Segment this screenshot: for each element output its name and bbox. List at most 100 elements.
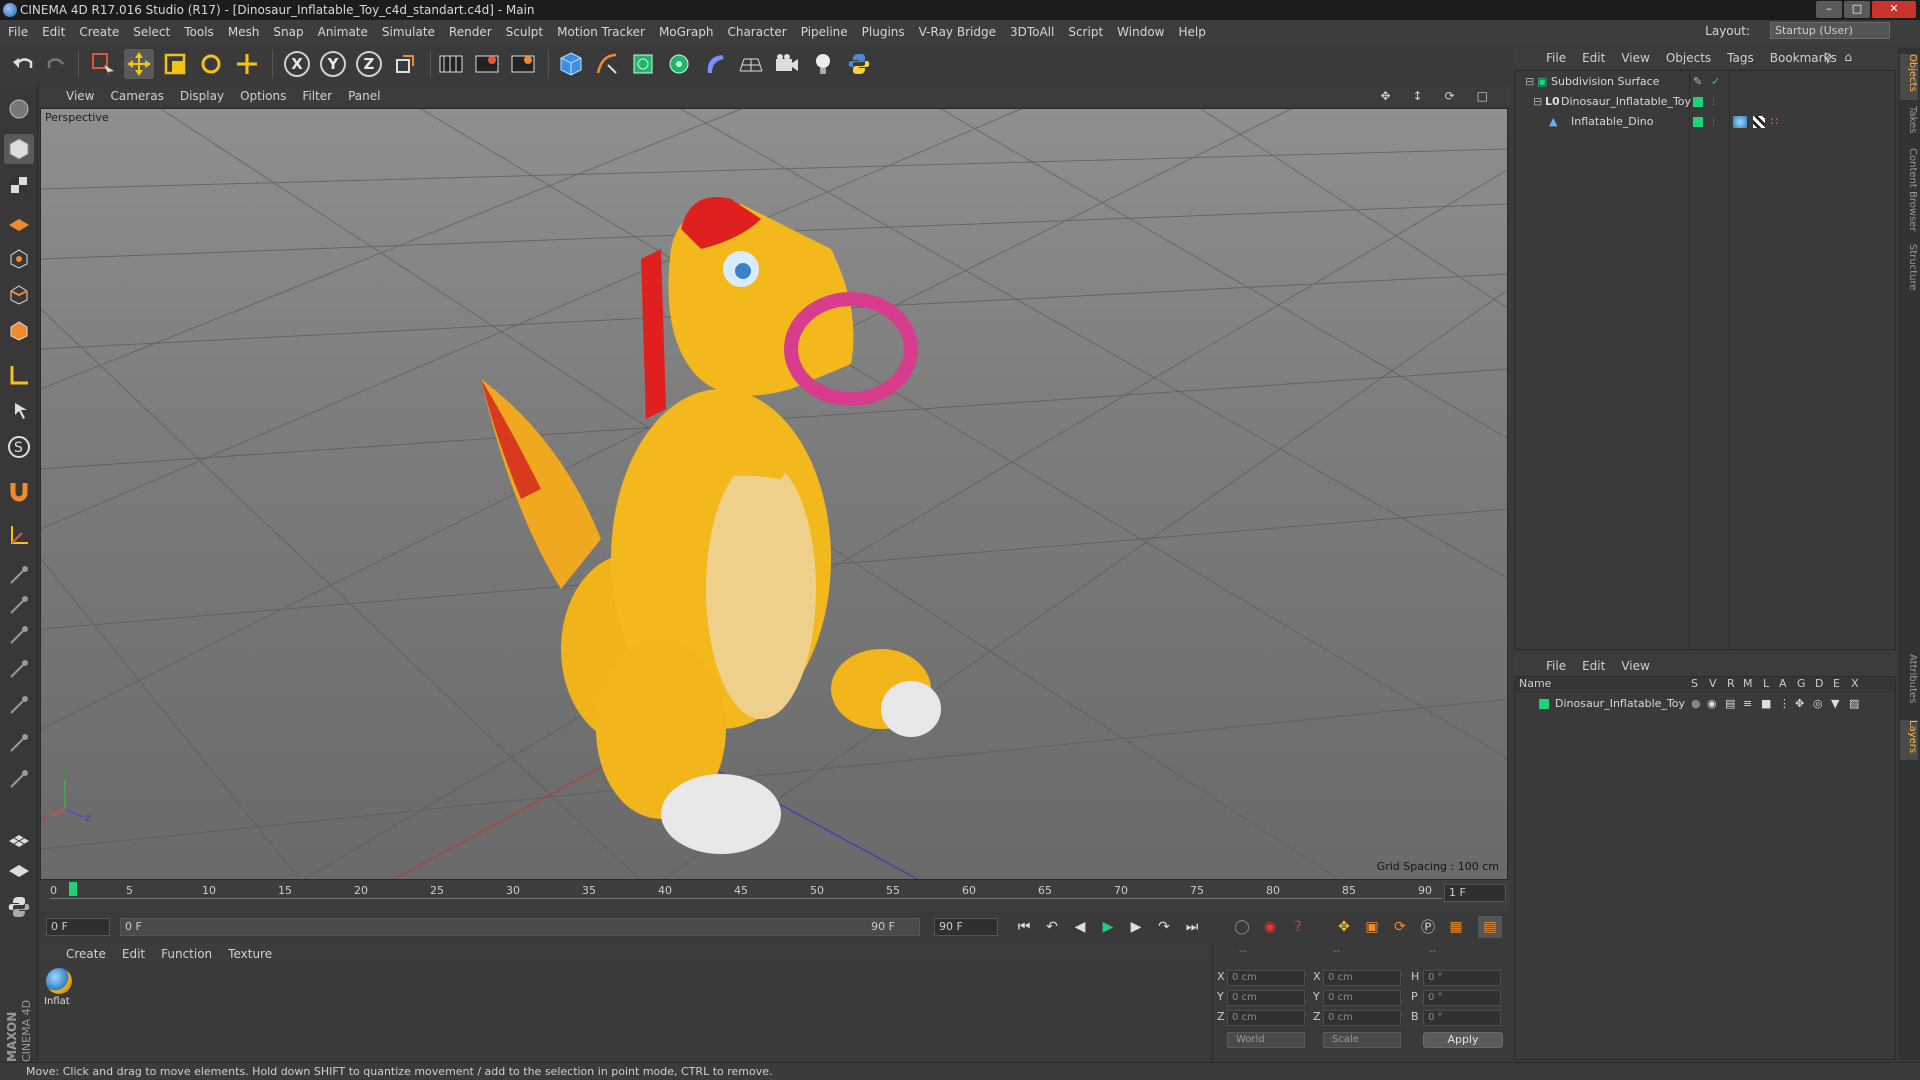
transform-tool-icon[interactable] [232,49,262,79]
cube-primitive-icon[interactable] [556,49,586,79]
rotation-p-field[interactable]: 0 ° [1423,990,1501,1006]
close-button[interactable]: ✕ [1872,1,1916,18]
layers-menu-edit[interactable]: Edit [1582,659,1605,673]
rotate-tool-icon[interactable] [196,49,226,79]
coordinate-system-icon[interactable] [390,49,420,79]
maximize-button[interactable]: □ [1844,1,1870,18]
prev-frame-icon[interactable]: ◀ [1068,916,1092,938]
viewport-menu-options[interactable]: Options [240,89,286,103]
grid-checker-icon[interactable] [4,820,34,850]
viewport-menu-display[interactable]: Display [180,89,224,103]
next-frame-icon[interactable]: ▶ [1124,916,1148,938]
menu-simulate[interactable]: Simulate [382,25,435,39]
size-z-field[interactable]: 0 cm [1323,1010,1401,1026]
size-x-field[interactable]: 0 cm [1323,970,1401,986]
subdivision-surface-icon[interactable] [628,49,658,79]
object-edit-icon[interactable]: ✎ [1693,73,1702,91]
material-menu-create[interactable]: Create [66,947,106,961]
undo-icon[interactable] [8,49,38,79]
python-icon[interactable] [844,49,874,79]
position-y-field[interactable]: 0 cm [1227,990,1305,1006]
menu-motion-tracker[interactable]: Motion Tracker [557,25,645,39]
grid-settings-icon[interactable] [4,854,34,884]
layer-generators-icon[interactable]: ✥ [1795,695,1804,713]
menu-mograph[interactable]: MoGraph [659,25,714,39]
object-row[interactable]: ▲ Inflatable_Dino ⋮ ∷ [1515,113,1895,131]
menu-render[interactable]: Render [449,25,492,39]
layer-row[interactable]: Dinosaur_Inflatable_Toy ● ◉ ▤ ≡ ■ ⋮ ✥ ◎ … [1515,695,1895,713]
menu-create[interactable]: Create [79,25,119,39]
maximize-view-icon[interactable]: □ [1477,89,1488,103]
object-row[interactable]: ⊟ L0 Dinosaur_Inflatable_Toy ⋮ [1515,93,1895,111]
objects-menu-edit[interactable]: Edit [1582,51,1605,65]
redo-icon[interactable] [42,49,72,79]
magnet-icon[interactable] [4,476,34,506]
goto-start-icon[interactable]: ⏮ [1012,916,1036,938]
mograph-cloner-icon[interactable] [664,49,694,79]
objects-menu-view[interactable]: View [1621,51,1649,65]
material-menu-edit[interactable]: Edit [122,947,145,961]
layers-menu-view[interactable]: View [1621,659,1649,673]
timeline-window-icon[interactable]: ▤ [1478,916,1502,938]
y-axis-lock-icon[interactable]: Y [318,49,348,79]
size-y-field[interactable]: 0 cm [1323,990,1401,1006]
record-active-icon[interactable]: ◉ [1258,916,1282,938]
key-scale-icon[interactable]: ▣ [1360,916,1384,938]
dolly-view-icon[interactable]: ↕ [1413,89,1423,103]
python-script-icon[interactable] [4,892,34,922]
camera-icon[interactable] [772,49,802,79]
menu-select[interactable]: Select [133,25,170,39]
material-menu-texture[interactable]: Texture [228,947,272,961]
render-picture-viewer-icon[interactable] [472,49,502,79]
key-pla-icon[interactable]: ▦ [1444,916,1468,938]
material-tag-icon[interactable] [1733,116,1747,128]
brush-tool-2-icon[interactable] [4,590,34,620]
home-icon[interactable]: ⌂ [1844,50,1852,64]
layer-expressions-icon[interactable]: ▼ [1831,695,1839,713]
max-frame-field[interactable]: 90 F [934,918,998,936]
texture-tag-icon[interactable]: ∷ [1771,113,1778,131]
polygons-mode-icon[interactable] [4,316,34,346]
current-frame-display[interactable]: 1 F [1444,884,1506,902]
z-axis-lock-icon[interactable]: Z [354,49,384,79]
objects-menu-file[interactable]: File [1546,51,1566,65]
position-x-field[interactable]: 0 cm [1227,970,1305,986]
render-settings-icon[interactable] [508,49,538,79]
coordinate-mode-select[interactable]: World [1227,1032,1305,1048]
layer-render-icon[interactable]: ▤ [1725,695,1735,713]
tab-structure[interactable]: Structure [1900,244,1918,300]
layer-lock-icon[interactable]: ■ [1761,695,1771,713]
axis-tool-icon[interactable] [4,520,34,550]
live-selection-icon[interactable] [88,49,118,79]
tab-content-browser[interactable]: Content Browser [1900,148,1918,238]
timeline-ruler[interactable]: 0 5 10 15 20 25 30 35 40 45 50 55 60 65 … [40,880,1510,916]
visibility-dots-icon[interactable]: ⋮ [1709,113,1718,131]
size-mode-select[interactable]: Scale [1323,1032,1401,1048]
minimize-button[interactable]: – [1816,1,1842,18]
menu-edit[interactable]: Edit [42,25,65,39]
tab-attributes[interactable]: Attributes [1900,654,1918,714]
layer-xref-icon[interactable]: ▨ [1849,695,1859,713]
frame-range-slider[interactable]: 0 F 90 F [120,918,920,936]
uvw-tag-icon[interactable] [1753,116,1765,128]
menu-animate[interactable]: Animate [318,25,368,39]
scale-tool-icon[interactable] [160,49,190,79]
layer-deformers-icon[interactable]: ◎ [1813,695,1823,713]
snapping-icon[interactable]: S [4,432,34,462]
apply-button[interactable]: Apply [1423,1032,1503,1048]
position-z-field[interactable]: 0 cm [1227,1010,1305,1026]
menu-help[interactable]: Help [1178,25,1205,39]
tweak-mode-icon[interactable] [4,396,34,426]
layer-manager-icon[interactable]: ≡ [1743,695,1752,713]
menu-pipeline[interactable]: Pipeline [801,25,848,39]
brush-tool-1-icon[interactable] [4,560,34,590]
menu-3dtoall[interactable]: 3DToAll [1010,25,1054,39]
edges-mode-icon[interactable] [4,280,34,310]
menu-sculpt[interactable]: Sculpt [506,25,543,39]
spline-pen-icon[interactable] [592,49,622,79]
menu-script[interactable]: Script [1068,25,1103,39]
menu-snap[interactable]: Snap [273,25,303,39]
viewport-menu-cameras[interactable]: Cameras [110,89,163,103]
viewport-menu-filter[interactable]: Filter [302,89,332,103]
rotation-h-field[interactable]: 0 ° [1423,970,1501,986]
